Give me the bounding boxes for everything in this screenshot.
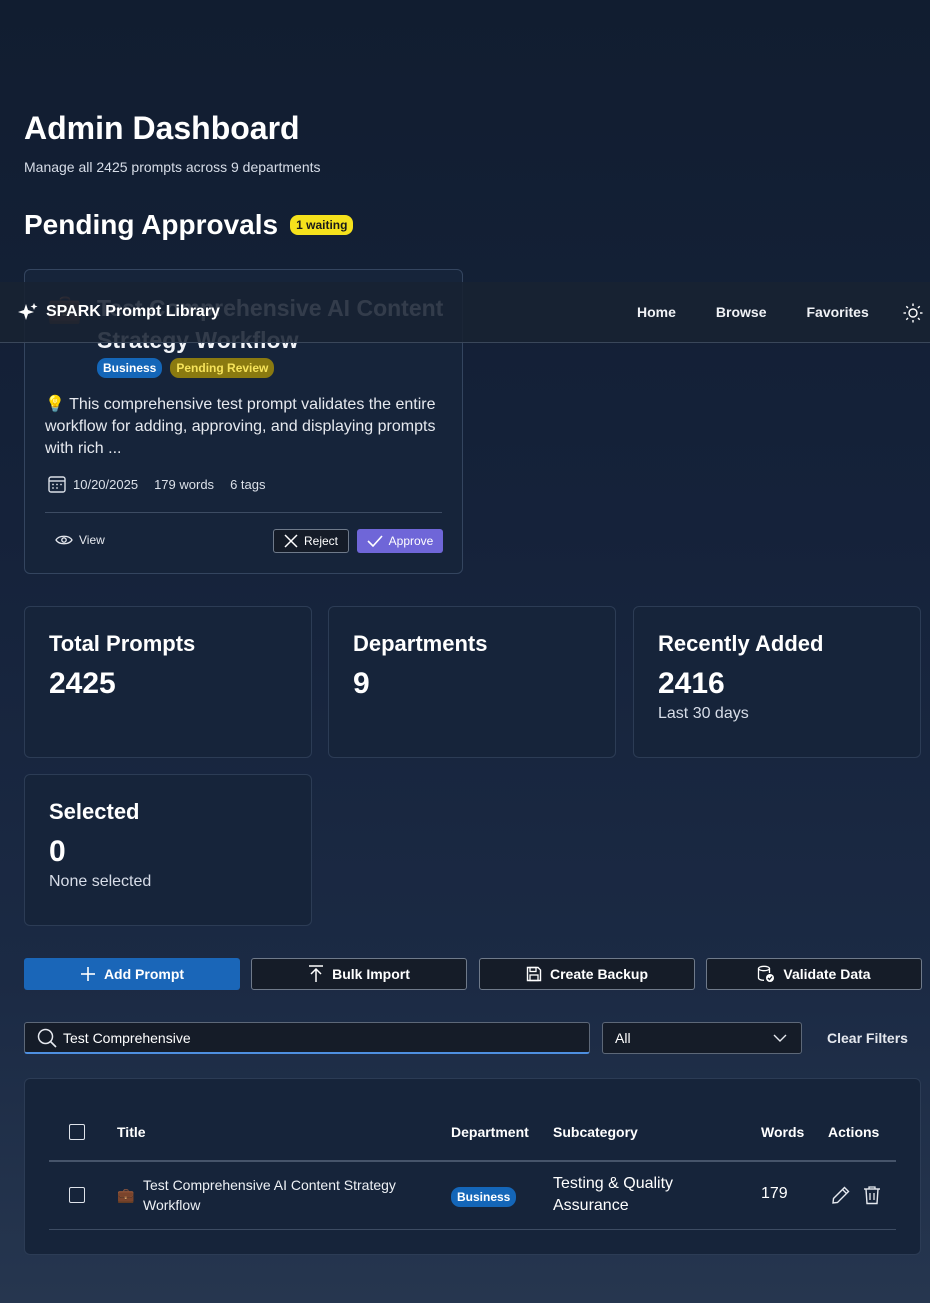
brand-name: SPARK Prompt Library xyxy=(46,303,220,320)
stat-label: Recently Added xyxy=(658,631,824,656)
table-header-divider xyxy=(49,1160,896,1162)
stat-value: 9 xyxy=(353,667,370,700)
create-backup-label: Create Backup xyxy=(549,966,649,982)
status-badge: Pending Review xyxy=(170,358,275,378)
top-navbar: SPARK Prompt Library Home Browse Favorit… xyxy=(0,282,930,343)
search-icon xyxy=(37,1028,57,1048)
check-icon xyxy=(367,535,383,547)
delete-button[interactable] xyxy=(863,1185,881,1210)
pending-approvals-heading: Pending Approvals 1 waiting xyxy=(24,209,354,241)
create-backup-button[interactable]: Create Backup xyxy=(479,958,695,990)
word-count: 179 words xyxy=(154,476,215,492)
card-divider xyxy=(45,512,442,513)
stat-value: 0 xyxy=(49,835,66,868)
reject-button[interactable]: Reject xyxy=(273,529,349,553)
reject-label: Reject xyxy=(303,534,338,548)
nav-links: Home Browse Favorites xyxy=(617,304,889,320)
stat-sub: Last 30 days xyxy=(658,705,749,722)
tag-count: 6 tags xyxy=(230,476,266,492)
save-icon xyxy=(526,966,542,982)
add-prompt-label: Add Prompt xyxy=(103,966,185,982)
department-select-value: All xyxy=(615,1030,631,1046)
stat-label: Total Prompts xyxy=(49,631,196,656)
stat-value: 2416 xyxy=(658,667,725,700)
nav-browse[interactable]: Browse xyxy=(696,304,787,320)
stat-total-prompts: Total Prompts 2425 xyxy=(24,606,312,758)
table-row-divider xyxy=(49,1229,896,1230)
pending-card-tags: Business Pending Review xyxy=(97,358,275,378)
add-prompt-button[interactable]: Add Prompt xyxy=(24,958,240,990)
column-header-subcategory[interactable]: Subcategory xyxy=(553,1124,638,1140)
briefcase-icon: 💼 xyxy=(117,1187,135,1203)
stat-sub: None selected xyxy=(49,873,152,890)
stat-departments: Departments 9 xyxy=(328,606,616,758)
view-label: View xyxy=(79,533,105,547)
page-subtitle: Manage all 2425 prompts across 9 departm… xyxy=(24,159,321,175)
stat-label: Selected xyxy=(49,799,140,824)
department-select[interactable]: All xyxy=(602,1022,802,1054)
select-all-checkbox[interactable] xyxy=(69,1124,85,1140)
sparkle-icon xyxy=(18,303,38,320)
stat-value: 2425 xyxy=(49,667,116,700)
validate-data-label: Validate Data xyxy=(783,966,871,982)
column-header-title[interactable]: Title xyxy=(117,1124,146,1140)
validate-data-button[interactable]: Validate Data xyxy=(706,958,922,990)
brand-link[interactable]: SPARK Prompt Library xyxy=(18,302,220,322)
prompts-table: Title Department Subcategory Words Actio… xyxy=(24,1078,921,1255)
date-meta: 10/20/2025 xyxy=(47,474,138,494)
approve-label: Approve xyxy=(388,534,434,548)
theme-toggle-button[interactable] xyxy=(903,303,923,328)
eye-icon xyxy=(55,535,73,545)
trash-icon xyxy=(864,1186,880,1205)
nav-home[interactable]: Home xyxy=(617,304,696,320)
bulk-import-label: Bulk Import xyxy=(332,966,410,982)
bulk-import-button[interactable]: Bulk Import xyxy=(251,958,467,990)
calendar-icon xyxy=(48,476,66,493)
sun-icon xyxy=(903,303,923,323)
row-word-count: 179 xyxy=(761,1185,788,1202)
pending-card-description: 💡 This comprehensive test prompt validat… xyxy=(45,396,436,457)
column-header-words[interactable]: Words xyxy=(761,1124,804,1140)
row-checkbox[interactable] xyxy=(69,1187,85,1203)
row-subcategory: Testing & Quality Assurance xyxy=(553,1175,674,1214)
waiting-badge: 1 waiting xyxy=(290,215,354,235)
clear-filters-button[interactable]: Clear Filters xyxy=(827,1030,908,1046)
stat-selected: Selected 0 None selected xyxy=(24,774,312,926)
section-title-text: Pending Approvals xyxy=(24,209,279,240)
stat-label: Departments xyxy=(353,631,488,656)
page-title: Admin Dashboard xyxy=(24,110,300,146)
pending-card-meta: 10/20/2025 179 words 6 tags xyxy=(47,474,281,494)
close-icon xyxy=(284,534,298,548)
edit-button[interactable] xyxy=(831,1185,851,1210)
plus-icon xyxy=(80,967,95,981)
row-title-link[interactable]: Test Comprehensive AI Content Strategy W… xyxy=(143,1175,423,1215)
view-button[interactable]: View xyxy=(55,533,105,547)
approve-button[interactable]: Approve xyxy=(357,529,443,553)
department-tag: Business xyxy=(97,358,163,378)
upload-icon xyxy=(309,965,324,982)
search-input[interactable] xyxy=(63,1029,563,1046)
date-text: 10/20/2025 xyxy=(73,476,139,492)
stat-recently-added: Recently Added 2416 Last 30 days xyxy=(633,606,921,758)
column-header-department[interactable]: Department xyxy=(451,1124,529,1140)
database-check-icon xyxy=(758,965,775,982)
column-header-actions: Actions xyxy=(828,1124,880,1140)
nav-favorites[interactable]: Favorites xyxy=(786,304,888,320)
search-field[interactable] xyxy=(24,1022,590,1054)
chevron-down-icon xyxy=(773,1034,787,1042)
row-department-badge: Business xyxy=(451,1187,517,1207)
pencil-icon xyxy=(832,1186,850,1204)
